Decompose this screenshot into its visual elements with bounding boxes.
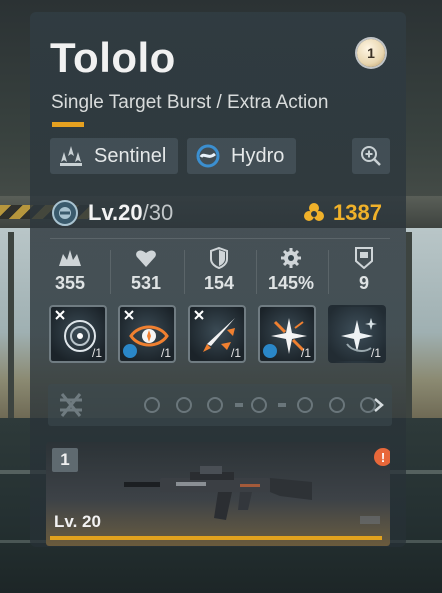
stat-separator — [110, 250, 111, 294]
weapon-tier: 1 — [52, 448, 78, 472]
accent-bar — [52, 122, 84, 127]
attack-icon — [40, 245, 100, 271]
stat-value: 9 — [358, 273, 369, 293]
skill-count: /1 — [300, 346, 311, 360]
module-slot[interactable] — [329, 397, 345, 413]
slot-separator — [235, 403, 243, 407]
class-chip[interactable]: Sentinel — [50, 138, 178, 174]
hydro-sub-icon — [263, 344, 277, 358]
element-label: Hydro — [231, 144, 285, 167]
power-value: 1387 — [333, 200, 382, 225]
level-display: Lv.20/30 — [88, 200, 173, 226]
alert-icon[interactable]: ! — [374, 448, 390, 466]
skill-count: /1 — [370, 346, 381, 360]
crit-gear-icon — [261, 245, 321, 271]
skill-count: /1 — [160, 346, 171, 360]
skill-count: /1 — [230, 346, 241, 360]
module-chain-icon — [60, 393, 82, 417]
stat-separator — [256, 250, 257, 294]
skill-slot-2[interactable]: /1 — [118, 305, 176, 363]
stat-attack: 355 — [40, 245, 100, 294]
rank-badge[interactable]: 1 — [357, 39, 385, 67]
character-card: Tololo 1 Single Target Burst / Extra Act… — [30, 12, 406, 547]
skill-slot-4[interactable]: /1 — [258, 305, 316, 363]
zoom-in-button[interactable] — [352, 138, 390, 174]
chevron-right-icon[interactable] — [372, 397, 386, 413]
character-name: Tololo — [50, 34, 176, 81]
stat-value: 154 — [203, 273, 235, 293]
stat-value: 531 — [130, 273, 162, 293]
weapon-progress-bar — [50, 536, 382, 540]
power-icon — [304, 203, 324, 221]
skill-count: /1 — [91, 346, 102, 360]
weapon-panel[interactable]: 1 ! Lv. 20 — [46, 442, 390, 546]
weapon-tag — [360, 516, 380, 524]
level-icon — [52, 200, 78, 226]
shield-badge-icon — [334, 245, 394, 271]
module-slot[interactable] — [207, 397, 223, 413]
stat-defense: 154 — [189, 245, 249, 294]
module-slot[interactable] — [251, 397, 267, 413]
character-roles: Single Target Burst / Extra Action — [51, 92, 329, 113]
skill-slot-5[interactable]: /1 — [328, 305, 386, 363]
module-slots-bar[interactable] — [48, 384, 392, 426]
hydro-sub-icon — [123, 344, 137, 358]
skill-slot-3[interactable]: /1 — [188, 305, 246, 363]
zoom-in-icon — [361, 146, 381, 166]
level-max: /30 — [142, 200, 174, 225]
weapon-level: Lv. 20 — [54, 512, 101, 531]
module-slot[interactable] — [144, 397, 160, 413]
level-current: Lv.20 — [88, 200, 143, 225]
stat-value: 355 — [54, 273, 86, 293]
skill-slot-1[interactable]: /1 — [49, 305, 107, 363]
defense-icon — [189, 245, 249, 271]
element-chip[interactable]: Hydro — [187, 138, 296, 174]
stat-health: 531 — [116, 245, 176, 294]
stat-crit: 145% — [261, 245, 321, 294]
slot-separator — [278, 403, 286, 407]
stat-shield: 9 — [334, 245, 394, 294]
corner-decoration — [300, 16, 400, 38]
stat-separator — [328, 250, 329, 294]
hydro-icon — [193, 141, 223, 171]
divider — [50, 238, 390, 239]
module-slot[interactable] — [176, 397, 192, 413]
rifle-image — [124, 466, 312, 520]
stat-value: 145% — [267, 273, 315, 293]
module-slot[interactable] — [297, 397, 313, 413]
stat-separator — [184, 250, 185, 294]
sentinel-icon — [56, 141, 86, 171]
class-label: Sentinel — [94, 144, 167, 167]
health-icon — [116, 245, 176, 271]
